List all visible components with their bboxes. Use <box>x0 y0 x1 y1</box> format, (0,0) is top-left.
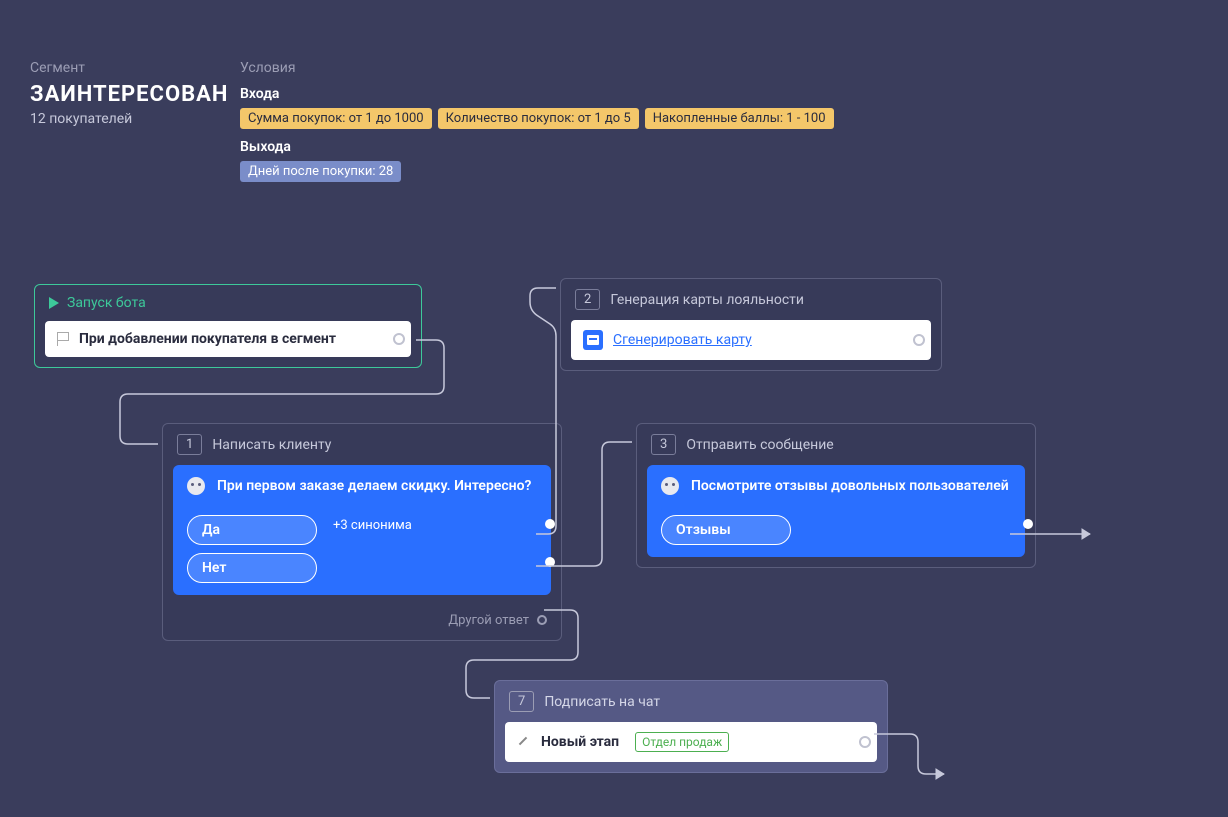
other-answer-row: Другой ответ <box>163 605 561 640</box>
node-2-title: Генерация карты лояльности <box>610 292 804 308</box>
segment-title: ЗАИНТЕРЕСОВАН <box>30 82 228 107</box>
department-tag: Отдел продаж <box>635 732 729 752</box>
robot-icon <box>187 477 205 495</box>
node-3-message: Посмотрите отзывы довольных пользователе… <box>691 477 1011 497</box>
node-1-message-card: При первом заказе делаем скидку. Интерес… <box>173 465 551 595</box>
output-port-yes[interactable] <box>545 519 555 529</box>
node-2-header: 2 Генерация карты лояльности <box>561 279 941 320</box>
node-3-title: Отправить сообщение <box>686 437 833 453</box>
output-port[interactable] <box>393 333 405 345</box>
output-port-other[interactable] <box>537 615 547 625</box>
node-1-header: 1 Написать клиенту <box>163 424 561 465</box>
pencil-icon <box>517 735 531 749</box>
card-icon <box>583 330 603 350</box>
generate-card-link[interactable]: Сгенерировать карту <box>613 332 752 348</box>
option-reviews[interactable]: Отзывы <box>661 515 791 545</box>
output-port[interactable] <box>913 334 925 346</box>
exit-tags: Дней после покупки: 28 <box>240 161 834 182</box>
output-port-reviews[interactable] <box>1023 519 1033 529</box>
node-3[interactable]: 3 Отправить сообщение Посмотрите отзывы … <box>636 423 1036 568</box>
start-node[interactable]: Запуск бота При добавлении покупателя в … <box>34 284 422 368</box>
synonym-count: +3 синонима <box>333 518 412 533</box>
segment-count: 12 покупателей <box>30 111 228 127</box>
entry-tag[interactable]: Сумма покупок: от 1 до 1000 <box>240 108 432 129</box>
conditions-label: Условия <box>240 60 834 76</box>
conditions-block: Условия Входа Сумма покупок: от 1 до 100… <box>240 60 834 182</box>
exit-conditions-label: Выхода <box>240 139 834 155</box>
entry-tags: Сумма покупок: от 1 до 1000 Количество п… <box>240 108 834 129</box>
node-number: 2 <box>575 289 600 310</box>
node-number: 1 <box>177 434 202 455</box>
flag-icon <box>57 332 69 346</box>
node-7-title: Подписать на чат <box>544 694 660 710</box>
header-segment: Сегмент ЗАИНТЕРЕСОВАН 12 покупателей <box>30 60 228 127</box>
start-title: Запуск бота <box>67 295 146 311</box>
stage-name: Новый этап <box>541 734 619 750</box>
robot-icon <box>661 477 679 495</box>
exit-tag[interactable]: Дней после покупки: 28 <box>240 161 401 182</box>
node-1-title: Написать клиенту <box>212 437 331 453</box>
node-number: 7 <box>509 691 534 712</box>
node-3-message-card: Посмотрите отзывы довольных пользователе… <box>647 465 1025 557</box>
start-trigger-row[interactable]: При добавлении покупателя в сегмент <box>45 321 411 357</box>
entry-tag[interactable]: Количество покупок: от 1 до 5 <box>438 108 639 129</box>
start-node-header: Запуск бота <box>35 285 421 321</box>
node-1[interactable]: 1 Написать клиенту При первом заказе дел… <box>162 423 562 641</box>
node-2-action-row[interactable]: Сгенерировать карту <box>571 320 931 360</box>
output-port[interactable] <box>859 736 871 748</box>
other-answer-label: Другой ответ <box>448 613 529 628</box>
segment-label: Сегмент <box>30 60 228 76</box>
entry-tag[interactable]: Накопленные баллы: 1 - 100 <box>645 108 834 129</box>
output-port-no[interactable] <box>545 557 555 567</box>
node-1-message: При первом заказе делаем скидку. Интерес… <box>217 477 537 497</box>
node-7-header: 7 Подписать на чат <box>495 681 887 722</box>
node-2[interactable]: 2 Генерация карты лояльности Сгенерирова… <box>560 278 942 371</box>
start-trigger-text: При добавлении покупателя в сегмент <box>79 331 336 347</box>
node-3-header: 3 Отправить сообщение <box>637 424 1035 465</box>
option-no[interactable]: Нет <box>187 553 317 583</box>
node-number: 3 <box>651 434 676 455</box>
entry-conditions-label: Входа <box>240 86 834 102</box>
play-icon <box>49 297 59 309</box>
option-yes[interactable]: Да <box>187 515 317 545</box>
node-7-stage-row[interactable]: Новый этап Отдел продаж <box>505 722 877 762</box>
node-7[interactable]: 7 Подписать на чат Новый этап Отдел прод… <box>494 680 888 773</box>
